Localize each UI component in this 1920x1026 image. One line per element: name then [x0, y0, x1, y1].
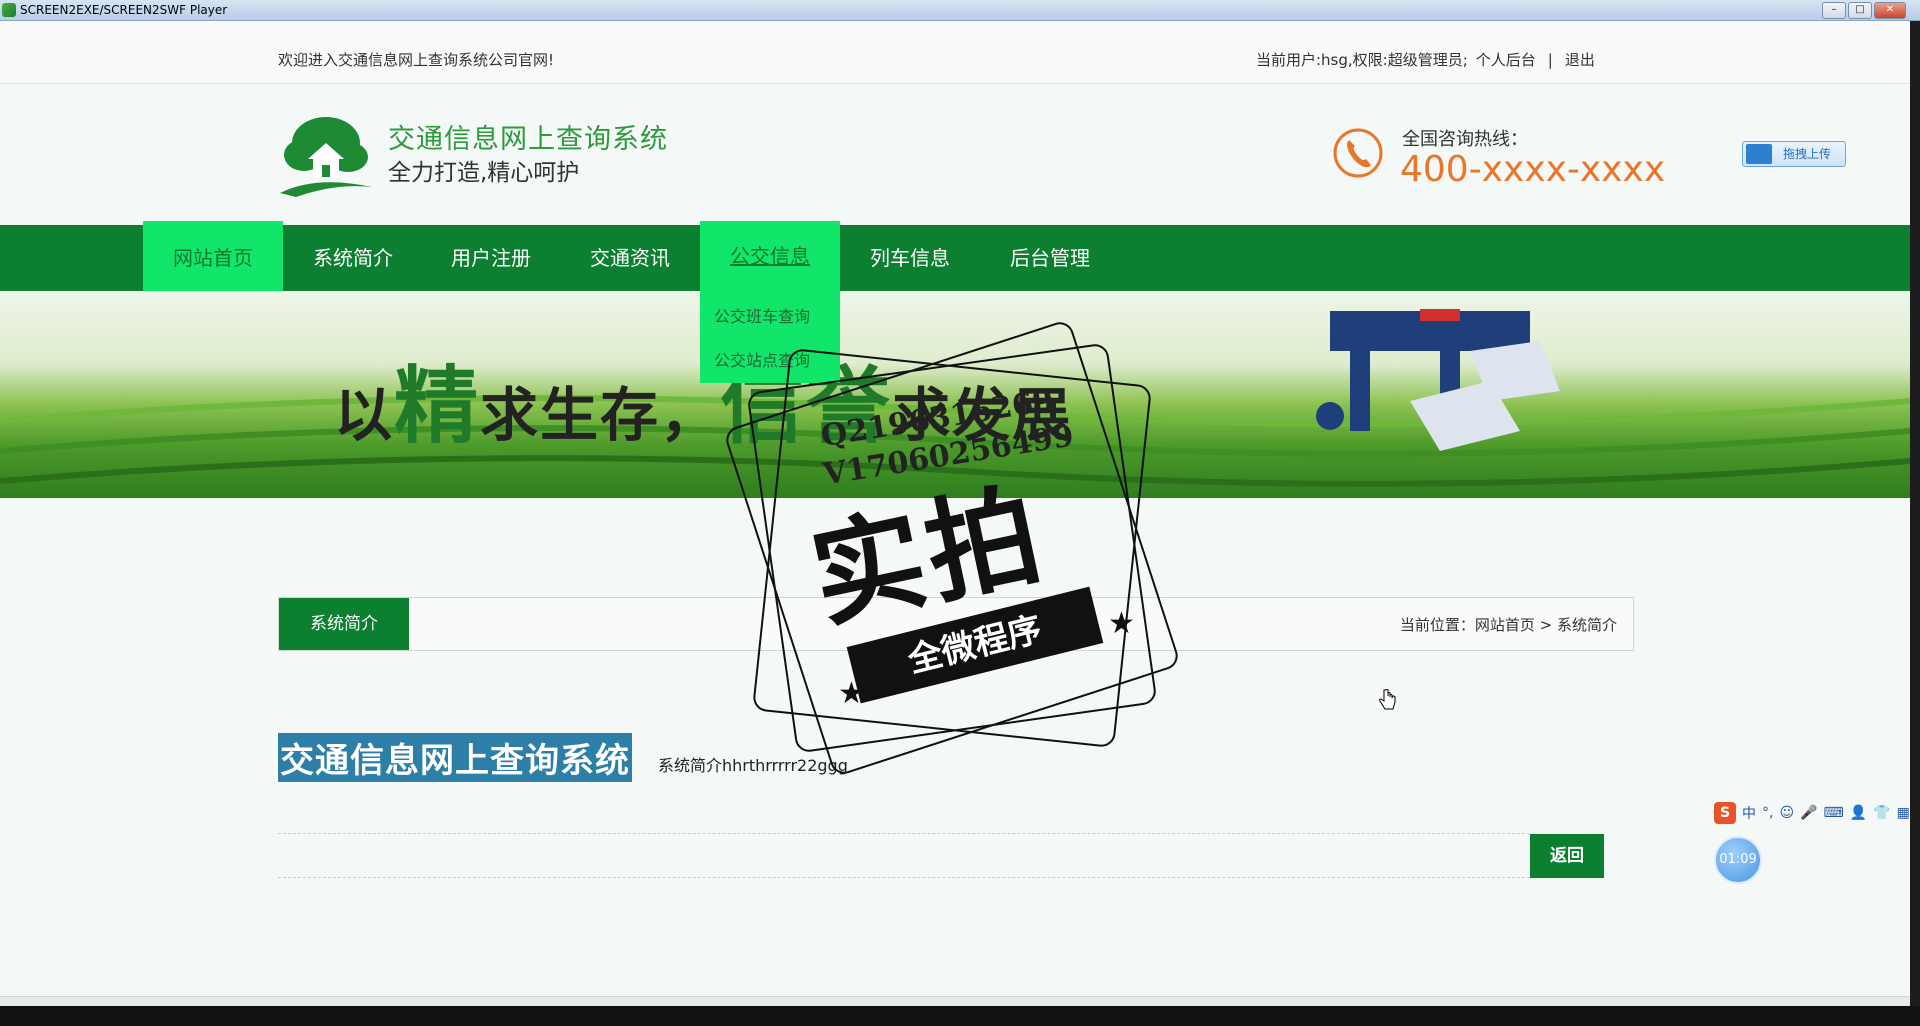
hotline-number: 400-xxxx-xxxx [1400, 149, 1666, 190]
hero-banner: 以精求生存，信誉求发展 [0, 291, 1910, 498]
player-bottom-bar [0, 1006, 1920, 1026]
link-separator: | [1547, 50, 1553, 69]
drag-upload-button[interactable]: 拖拽上传 [1742, 141, 1846, 167]
user-info: 当前用户:hsg,权限:超级管理员; 个人后台 | 退出 [1256, 49, 1595, 70]
back-button[interactable]: 返回 [1530, 834, 1604, 878]
page-footer-edge [0, 996, 1910, 1006]
content-divider-top [278, 833, 1530, 834]
slogan-part-3: 求发展 [892, 381, 1073, 449]
phone-icon [1333, 128, 1383, 178]
window-controls: – □ ✕ [1822, 2, 1906, 19]
nav-train-info[interactable]: 列车信息 [840, 225, 980, 291]
app-icon [2, 3, 16, 17]
bus-info-dropdown: 公交班车查询 公交站点查询 [700, 291, 840, 383]
toolbox-icon[interactable]: ▦ [1897, 805, 1910, 821]
player-right-gutter [1910, 21, 1920, 1006]
slogan-part-2: 求生存， [480, 381, 721, 449]
breadcrumb: 当前位置：网站首页 > 系统简介 [1400, 614, 1617, 635]
top-strip: 欢迎进入交通信息网上查询系统公司官网! 当前用户:hsg,权限:超级管理员; 个… [0, 21, 1910, 84]
section-header: 系统简介 当前位置：网站首页 > 系统简介 [278, 597, 1634, 651]
site-title: 交通信息网上查询系统 [388, 124, 668, 155]
dropdown-bus-schedule[interactable]: 公交班车查询 [714, 303, 810, 327]
breadcrumb-prefix: 当前位置： [1399, 616, 1475, 634]
content-divider-bottom [278, 877, 1530, 878]
logout-link[interactable]: 退出 [1565, 49, 1595, 70]
site-slogan: 全力打造,精心呵护 [388, 160, 580, 186]
nav-traffic-news[interactable]: 交通资讯 [560, 225, 700, 291]
close-button[interactable]: ✕ [1874, 2, 1906, 19]
nav-bus-info[interactable]: 公交信息 [700, 221, 840, 291]
current-user-text: 当前用户:hsg,权限:超级管理员; [1256, 51, 1468, 69]
ime-toolbar: S 中 °, ☺ 🎤 ⌨ 👤 👕 ▦ [1714, 801, 1910, 825]
sogou-ime-icon[interactable]: S [1714, 802, 1736, 824]
recorded-page: 欢迎进入交通信息网上查询系统公司官网! 当前用户:hsg,权限:超级管理员; 个… [0, 21, 1910, 1006]
skin-icon[interactable]: 👕 [1873, 805, 1890, 821]
hand-cursor-icon [1379, 689, 1396, 710]
microphone-icon[interactable]: 🎤 [1800, 805, 1817, 821]
emoji-icon[interactable]: ☺ [1779, 805, 1794, 821]
main-nav: 网站首页 系统简介 用户注册 交通资讯 公交信息 列车信息 后台管理 [0, 221, 1910, 295]
breadcrumb-home[interactable]: 网站首页 [1475, 616, 1535, 634]
slogan-part-1: 以 [334, 381, 395, 449]
breadcrumb-separator: > [1539, 616, 1553, 634]
breadcrumb-current: 系统简介 [1556, 616, 1617, 634]
nav-admin[interactable]: 后台管理 [980, 225, 1120, 291]
upload-label: 拖拽上传 [1783, 147, 1832, 161]
player-titlebar: SCREEN2EXE/SCREEN2SWF Player – □ ✕ [0, 0, 1920, 21]
ime-mode-chinese[interactable]: 中 [1742, 803, 1756, 823]
section-tab: 系统简介 [279, 598, 409, 650]
ime-punctuation[interactable]: °, [1762, 805, 1773, 821]
personal-center-link[interactable]: 个人后台 [1476, 49, 1536, 70]
minimize-button[interactable]: – [1822, 2, 1846, 19]
welcome-text: 欢迎进入交通信息网上查询系统公司官网! [278, 51, 555, 69]
user-icon[interactable]: 👤 [1850, 805, 1867, 821]
article-body: 系统简介hhrthrrrrr22ggg [658, 756, 848, 775]
window-title: SCREEN2EXE/SCREEN2SWF Player [20, 3, 228, 17]
plough-machine-image [1316, 309, 1560, 451]
maximize-button[interactable]: □ [1848, 2, 1872, 19]
recording-timer: 01:09 [1714, 836, 1762, 884]
cloud-icon [1746, 144, 1772, 164]
nav-system-intro[interactable]: 系统简介 [283, 225, 423, 291]
slogan-big-1: 精 [394, 356, 481, 455]
star-icon: ★ [838, 676, 865, 711]
nav-home[interactable]: 网站首页 [143, 221, 283, 295]
nav-user-register[interactable]: 用户注册 [421, 225, 561, 291]
keyboard-icon[interactable]: ⌨ [1824, 805, 1844, 821]
hotline-label: 全国咨询热线： [1402, 129, 1528, 150]
article-title: 交通信息网上查询系统 [278, 733, 632, 782]
dropdown-bus-stop[interactable]: 公交站点查询 [714, 347, 810, 371]
logo-tree-icon [280, 117, 372, 197]
